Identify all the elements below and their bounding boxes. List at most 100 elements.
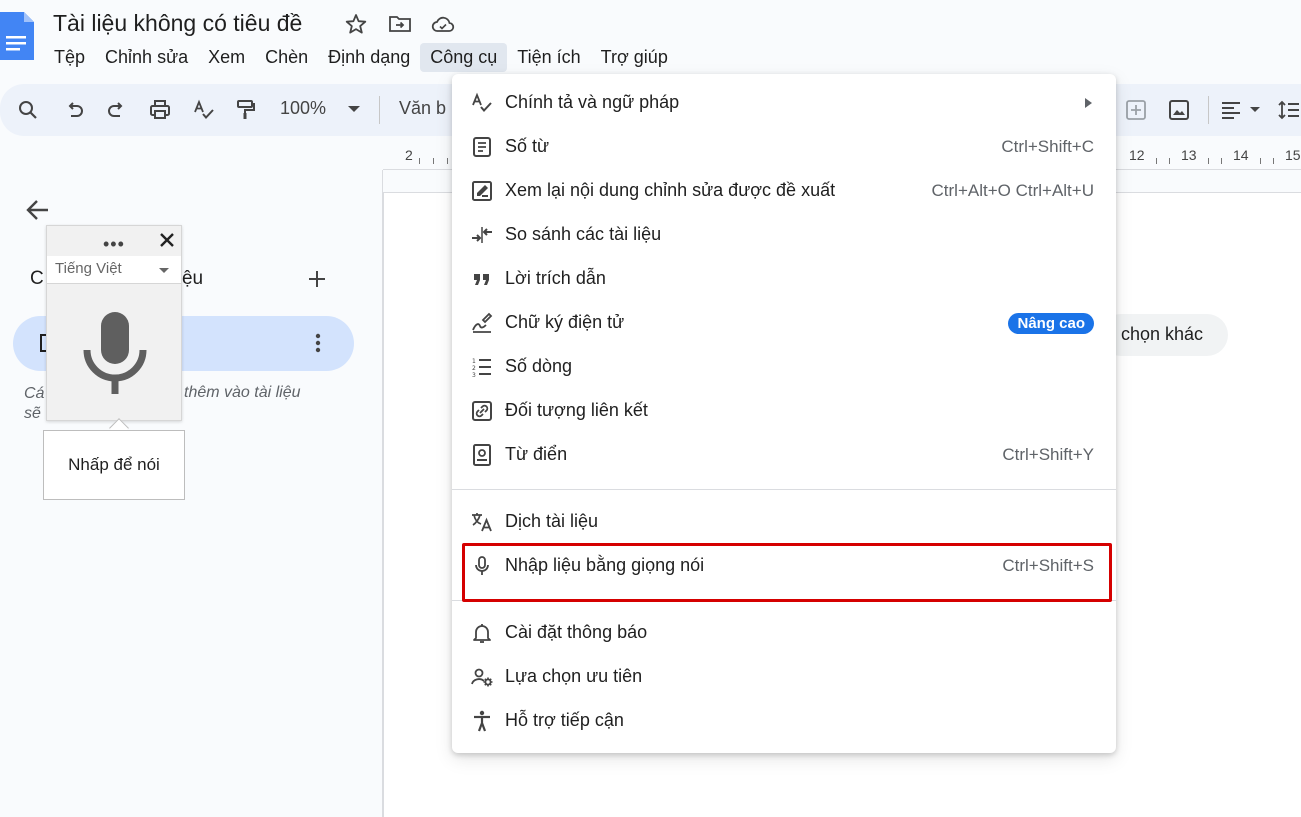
menu-item-notification-settings[interactable]: Cài đặt thông báo xyxy=(452,611,1116,655)
panel-hint-text: Cá sẽ xyxy=(24,385,45,422)
translate-icon xyxy=(470,510,494,534)
align-left-icon[interactable] xyxy=(1219,98,1243,122)
menu-item-accessibility[interactable]: Hỗ trợ tiếp cận xyxy=(452,699,1116,743)
svg-text:1: 1 xyxy=(472,358,476,365)
menu-item-word-count[interactable]: Số từ Ctrl+Shift+C xyxy=(452,125,1116,169)
menu-file[interactable]: Tệp xyxy=(44,43,95,72)
word-count-icon xyxy=(470,135,494,159)
zoom-select[interactable]: 100% xyxy=(280,98,326,119)
menu-item-shortcut: Ctrl+Shift+Y xyxy=(1002,445,1094,464)
menu-help[interactable]: Trợ giúp xyxy=(591,43,678,72)
menu-extensions[interactable]: Tiện ích xyxy=(507,43,590,72)
menu-item-label: Lời trích dẫn xyxy=(505,268,606,288)
ruler-tick xyxy=(1169,158,1170,164)
print-icon[interactable] xyxy=(148,98,172,122)
redo-icon[interactable] xyxy=(105,98,129,122)
spellcheck-toolbar-icon[interactable] xyxy=(192,98,216,122)
menu-item-label: Lựa chọn ưu tiên xyxy=(505,666,643,686)
toolbar-separator xyxy=(1208,96,1209,124)
menu-item-label: Dịch tài liệu xyxy=(505,511,599,531)
add-tab-icon[interactable] xyxy=(304,266,330,292)
cloud-status-icon[interactable] xyxy=(431,12,455,36)
search-menus-icon[interactable] xyxy=(16,98,40,122)
submenu-arrow-icon xyxy=(1085,98,1092,108)
menu-item-compare-documents[interactable]: So sánh các tài liệu xyxy=(452,213,1116,257)
menu-insert[interactable]: Chèn xyxy=(255,43,318,72)
menu-separator xyxy=(452,489,1116,490)
menu-item-preferences[interactable]: Lựa chọn ưu tiên xyxy=(452,655,1116,699)
ruler-number: 14 xyxy=(1233,147,1249,163)
highlight-box xyxy=(462,543,1112,602)
paint-format-icon[interactable] xyxy=(234,98,258,122)
ruler-number: 12 xyxy=(1129,147,1145,163)
language-label: Tiếng Việt xyxy=(55,260,122,277)
insert-comment-icon[interactable] xyxy=(1124,98,1148,122)
preferences-icon xyxy=(470,665,494,689)
menu-item-label: Số dòng xyxy=(505,356,573,376)
document-title[interactable]: Tài liệu không có tiêu đề xyxy=(53,10,302,37)
menu-item-translate-document[interactable]: Dịch tài liệu xyxy=(452,500,1116,544)
star-icon[interactable] xyxy=(344,12,368,36)
insert-image-icon[interactable] xyxy=(1167,98,1191,122)
microphone-button-icon[interactable] xyxy=(83,310,147,396)
bell-icon xyxy=(470,621,494,645)
menu-item-esignature[interactable]: Chữ ký điện tử Nâng cao xyxy=(452,301,1116,345)
menu-item-label: So sánh các tài liệu xyxy=(505,224,662,244)
menu-format[interactable]: Định dạng xyxy=(318,43,420,72)
accessibility-icon xyxy=(470,709,494,733)
menu-item-linked-objects[interactable]: Đối tượng liên kết xyxy=(452,389,1116,433)
menu-item-label: Chữ ký điện tử xyxy=(505,312,625,332)
line-spacing-icon[interactable] xyxy=(1277,98,1301,122)
menu-item-label: Chính tả và ngữ pháp xyxy=(505,92,680,112)
toolbar-separator xyxy=(379,96,380,124)
ruler-tick xyxy=(1221,158,1222,164)
ruler-number: 2 xyxy=(405,147,413,163)
align-caret-icon[interactable] xyxy=(1250,107,1260,112)
drag-handle-icon[interactable]: ••• xyxy=(103,234,125,255)
move-folder-icon[interactable] xyxy=(388,12,412,36)
ruler-tick xyxy=(419,158,420,164)
menu-item-label: Từ điển xyxy=(505,444,568,464)
menu-item-spelling-grammar[interactable]: Chính tả và ngữ pháp xyxy=(452,81,1116,125)
ruler-tick xyxy=(1273,158,1274,164)
dictionary-icon xyxy=(470,443,494,467)
paragraph-style-select[interactable]: Văn b xyxy=(399,98,446,119)
ruler-tick xyxy=(1208,158,1209,164)
menu-item-line-numbers[interactable]: 123 Số dòng xyxy=(452,345,1116,389)
signature-icon xyxy=(470,311,494,335)
spellcheck-icon xyxy=(470,91,494,115)
voice-typing-widget: ••• Tiếng Việt xyxy=(46,225,182,421)
more-vert-icon[interactable] xyxy=(308,330,328,356)
docs-logo-icon[interactable] xyxy=(0,12,34,60)
quote-icon xyxy=(470,267,494,291)
menu-edit[interactable]: Chỉnh sửa xyxy=(95,43,198,72)
close-icon[interactable] xyxy=(157,230,177,250)
menu-view[interactable]: Xem xyxy=(198,43,255,72)
more-options-chip[interactable]: chọn khác xyxy=(1100,314,1228,356)
menu-item-label: Đối tượng liên kết xyxy=(505,400,648,420)
back-arrow-icon[interactable] xyxy=(24,196,52,224)
tabs-heading: C xyxy=(30,268,44,289)
compare-icon xyxy=(470,223,494,247)
click-to-speak-tooltip: Nhấp để nói xyxy=(43,430,185,500)
svg-text:3: 3 xyxy=(472,372,476,379)
menu-item-label: Cài đặt thông báo xyxy=(505,622,648,642)
menu-tools[interactable]: Công cụ xyxy=(420,42,508,72)
svg-text:2: 2 xyxy=(472,365,476,372)
linked-object-icon xyxy=(470,399,494,423)
menu-item-review-suggested-edits[interactable]: Xem lại nội dung chỉnh sửa được đề xuất … xyxy=(452,169,1116,213)
line-numbers-icon: 123 xyxy=(470,355,494,379)
menu-item-citations[interactable]: Lời trích dẫn xyxy=(452,257,1116,301)
zoom-caret-icon[interactable] xyxy=(348,106,360,112)
menu-item-label: Xem lại nội dung chỉnh sửa được đề xuất xyxy=(505,180,836,200)
chevron-down-icon xyxy=(159,268,169,273)
undo-icon[interactable] xyxy=(62,98,86,122)
ruler-tick xyxy=(433,158,434,164)
panel-hint-text-end: thêm vào tài liệu xyxy=(184,384,301,401)
menu-item-shortcut: Ctrl+Shift+C xyxy=(1001,137,1094,156)
ruler-tick xyxy=(1260,158,1261,164)
menu-item-label: Số từ xyxy=(505,136,550,156)
ruler-number: 15 xyxy=(1285,147,1301,163)
language-select[interactable]: Tiếng Việt xyxy=(47,256,181,284)
menu-item-dictionary[interactable]: Từ điển Ctrl+Shift+Y xyxy=(452,433,1116,477)
